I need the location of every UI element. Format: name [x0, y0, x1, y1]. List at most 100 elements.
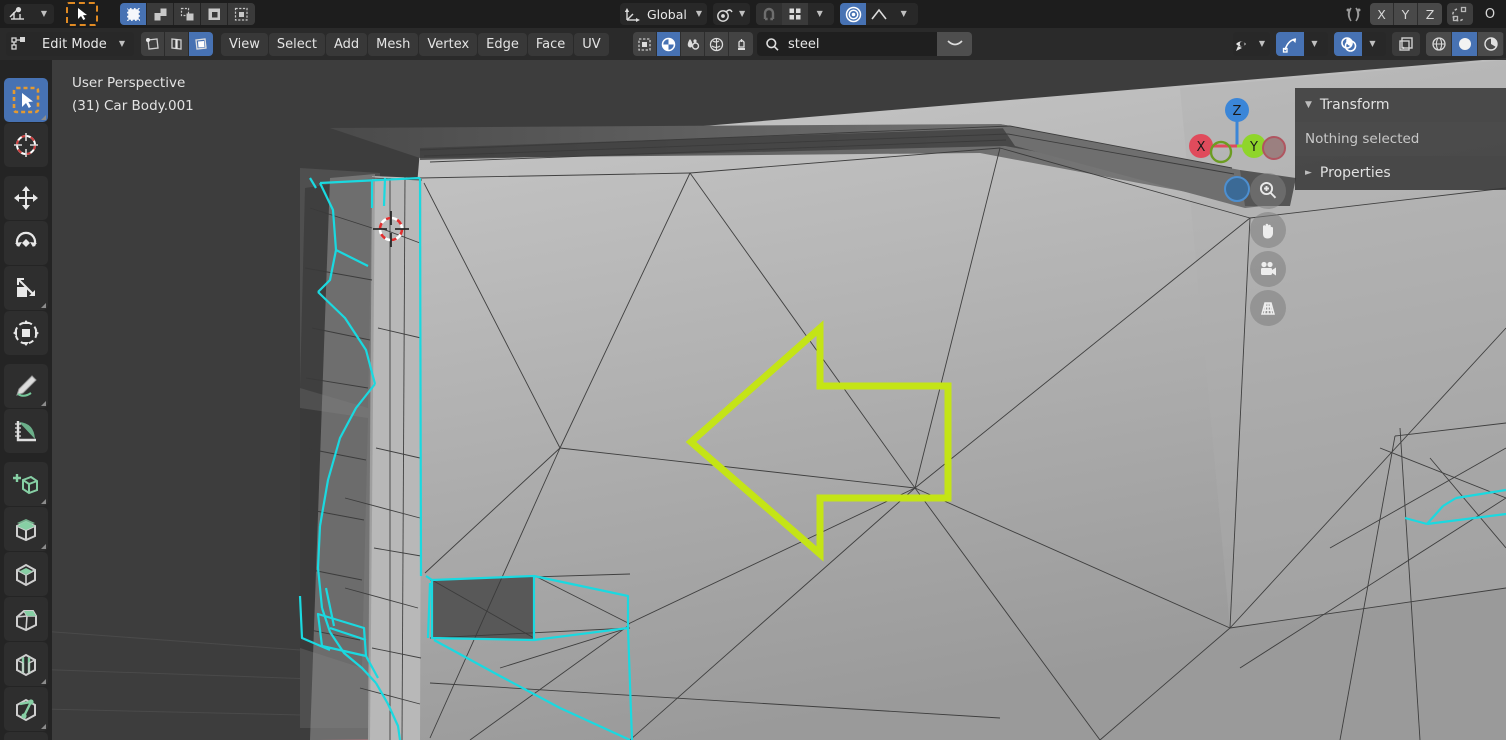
n-panel-sidebar[interactable]: ▼ Transform Nothing selected ► Propertie… [1295, 88, 1506, 208]
solid-sphere-icon[interactable] [1452, 32, 1478, 56]
snap-grid-icon[interactable] [782, 3, 809, 25]
top-bar-right-tools: X Y Z O [1341, 3, 1506, 25]
3d-viewport[interactable]: User Perspective (31) Car Body.001 Z X Y [0, 28, 1506, 740]
overlays-toggle-group[interactable]: ▼ [1334, 32, 1386, 56]
tweak-tool[interactable] [4, 78, 48, 122]
snap-magnet-icon[interactable] [756, 3, 783, 25]
uv-sync-icon[interactable] [633, 32, 657, 56]
npanel-transform-label: Transform [1319, 97, 1390, 113]
npanel-section-properties[interactable]: ► Properties [1295, 156, 1506, 190]
edge-select-button[interactable] [165, 32, 189, 56]
toggle-perspective-button[interactable] [1250, 290, 1286, 326]
snap-dropdown[interactable]: ▼ [808, 3, 835, 25]
falloff-dropdown[interactable]: ▼ [892, 3, 919, 25]
select-extend-icon[interactable] [147, 3, 174, 25]
uv-drop-icon[interactable] [681, 32, 705, 56]
top-bar-center-tools: Global ▼ ▼ ▼ ▼ [620, 3, 919, 25]
active-tool-indicator[interactable] [66, 2, 98, 26]
tool-submenu-corner [41, 724, 46, 729]
snapping-group[interactable]: ▼ [756, 3, 835, 25]
menu-add[interactable]: Add [325, 32, 368, 56]
orientation-axes-icon [620, 4, 644, 24]
npanel-properties-label: Properties [1319, 165, 1391, 181]
visibility-selector[interactable]: ▼ [1232, 32, 1270, 56]
material-preview-icon[interactable] [1478, 32, 1504, 56]
pivot-point-selector[interactable]: ▼ [713, 3, 751, 25]
npanel-transform-body: Nothing selected [1295, 122, 1506, 156]
annotate-tool[interactable] [4, 364, 48, 408]
wireframe-sphere-icon[interactable] [1426, 32, 1452, 56]
vertex-select-button[interactable] [141, 32, 165, 56]
uv-globe-icon[interactable] [705, 32, 729, 56]
add-cube-tool[interactable] [4, 462, 48, 506]
proportional-edit-icon[interactable] [840, 3, 867, 25]
bevel-tool[interactable] [4, 597, 48, 641]
scale-tool[interactable] [4, 266, 48, 310]
menu-view[interactable]: View [221, 32, 268, 56]
zoom-view-button[interactable] [1250, 173, 1286, 209]
menu-vertex[interactable]: Vertex [419, 32, 478, 56]
viewport-toolbar[interactable] [0, 60, 52, 740]
mesh-select-mode-group[interactable] [141, 32, 213, 56]
overlay-toggle-label[interactable]: O [1478, 4, 1502, 24]
select-invert-icon[interactable] [201, 3, 228, 25]
proportional-editing-group[interactable]: ▼ [840, 3, 919, 25]
menu-mesh[interactable]: Mesh [368, 32, 419, 56]
mirror-axis-group[interactable]: X Y Z [1370, 3, 1442, 25]
uv-pie-icon[interactable] [657, 32, 681, 56]
viewport-nav-buttons[interactable] [1250, 173, 1286, 329]
falloff-sharp-icon[interactable] [866, 3, 893, 25]
npanel-section-transform[interactable]: ▼ Transform [1295, 88, 1506, 122]
menu-select[interactable]: Select [268, 32, 325, 56]
shading-mode-group[interactable] [1426, 32, 1504, 56]
mirror-axis-x[interactable]: X [1370, 3, 1394, 25]
search-input-value: steel [788, 36, 820, 52]
gizmo-toggle-group[interactable]: ▼ [1276, 32, 1328, 56]
extrude-region-tool[interactable] [4, 507, 48, 551]
select-box-icon[interactable] [120, 3, 147, 25]
overlays-icon[interactable] [1334, 32, 1362, 56]
chevron-down-icon: ▼ [1258, 39, 1265, 48]
overlays-dropdown[interactable]: ▼ [1362, 32, 1386, 56]
gizmo-dropdown[interactable]: ▼ [1304, 32, 1328, 56]
transform-tool[interactable] [4, 311, 48, 355]
camera-view-button[interactable] [1250, 251, 1286, 287]
face-select-button[interactable] [189, 32, 213, 56]
inset-faces-tool[interactable] [4, 552, 48, 596]
xray-toggle-button[interactable] [1392, 32, 1420, 56]
viewport-menubar[interactable]: View Select Add Mesh Vertex Edge Face UV [221, 32, 609, 56]
chevron-right-icon: ► [1305, 168, 1312, 178]
chevron-down-icon: ▼ [900, 9, 907, 18]
pivot-point-icon [713, 4, 737, 24]
search-dropdown-button[interactable] [937, 32, 972, 56]
cursor-tool[interactable] [4, 123, 48, 167]
move-tool[interactable] [4, 176, 48, 220]
chevron-down-icon: ▼ [739, 9, 746, 18]
gizmo-icon[interactable] [1276, 32, 1304, 56]
select-subtract-icon[interactable] [174, 3, 201, 25]
loop-cut-tool[interactable] [4, 642, 48, 686]
search-input[interactable]: steel [757, 32, 937, 56]
mode-selector[interactable]: Edit Mode ▼ [6, 32, 134, 56]
mirror-axis-y[interactable]: Y [1394, 3, 1418, 25]
uv-select-tools[interactable] [633, 32, 753, 56]
measure-tool[interactable] [4, 409, 48, 453]
poly-build-tool[interactable] [4, 732, 48, 740]
menu-face[interactable]: Face [527, 32, 574, 56]
knife-tool[interactable] [4, 687, 48, 731]
mirror-axis-z[interactable]: Z [1418, 3, 1442, 25]
tool-submenu-corner [41, 499, 46, 504]
top-bar: ▼ Global ▼ ▼ ▼ ▼ X Y Z O [0, 0, 1506, 28]
select-mode-group[interactable] [120, 3, 255, 25]
transform-gizmo-icon[interactable] [1447, 3, 1473, 25]
select-intersect-icon[interactable] [228, 3, 255, 25]
chevron-down-icon: ▼ [1311, 39, 1318, 48]
menu-uv[interactable]: UV [574, 32, 609, 56]
rotate-tool[interactable] [4, 221, 48, 265]
pan-view-button[interactable] [1250, 212, 1286, 248]
menu-edge[interactable]: Edge [478, 32, 527, 56]
uv-brush-icon[interactable] [729, 32, 753, 56]
mirror-icon[interactable] [1341, 4, 1365, 24]
editor-type-selector[interactable]: ▼ [4, 4, 54, 24]
transform-orientation-selector[interactable]: Global ▼ [620, 3, 708, 25]
